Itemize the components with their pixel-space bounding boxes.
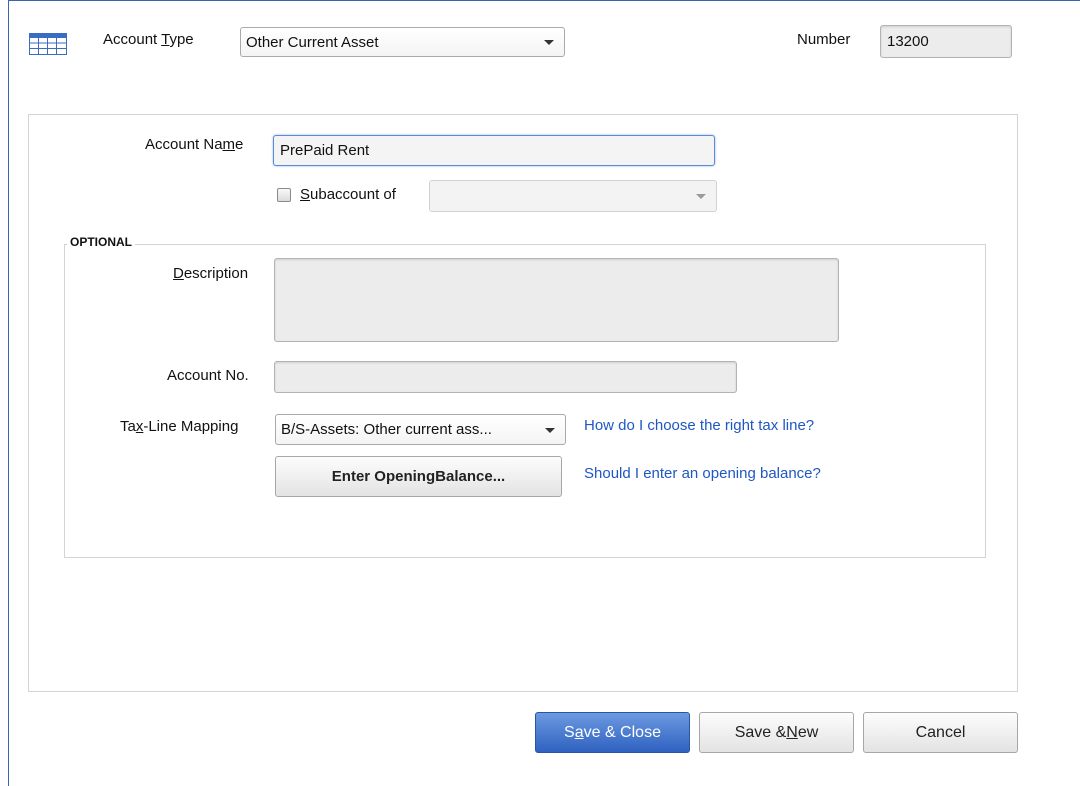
save-and-close-button[interactable]: Sa ve & Close: [535, 712, 690, 753]
account-no-label: Account No.: [167, 367, 249, 384]
account-type-select[interactable]: Other Current Asset: [240, 27, 565, 57]
number-value: 13200: [887, 33, 929, 50]
number-label: Number: [797, 31, 851, 48]
tax-line-label: Tax-Line Mapping: [120, 418, 239, 435]
opening-balance-help-link[interactable]: Should I enter an opening balance?: [584, 465, 821, 482]
window-border-top: [8, 0, 1080, 1]
cancel-button[interactable]: Cancel: [863, 712, 1018, 753]
description-label: Description: [173, 265, 249, 282]
subaccount-checkbox[interactable]: [277, 188, 291, 202]
account-name-value: PrePaid Rent: [280, 142, 370, 159]
save-and-new-button[interactable]: Save & New: [699, 712, 854, 753]
subaccount-label: Subaccount of: [300, 186, 396, 203]
tax-line-value: B/S-Assets: Other current ass...: [281, 421, 492, 438]
account-type-label: Account Type: [103, 31, 194, 48]
account-grid-icon: [28, 32, 68, 56]
enter-opening-balance-button[interactable]: Enter Openin g Balance...: [275, 456, 562, 497]
subaccount-select[interactable]: [429, 180, 717, 212]
chevron-down-icon: [545, 427, 555, 433]
window-border-left: [8, 0, 9, 786]
number-field[interactable]: 13200: [880, 25, 1012, 58]
account-type-value: Other Current Asset: [246, 33, 379, 51]
tax-line-help-link[interactable]: How do I choose the right tax line?: [584, 417, 814, 434]
account-name-input[interactable]: PrePaid Rent: [273, 135, 715, 166]
account-name-label: Account Name: [145, 136, 244, 153]
description-textarea[interactable]: [274, 258, 839, 342]
chevron-down-icon: [696, 194, 706, 199]
chevron-down-icon: [544, 40, 554, 45]
account-no-input[interactable]: [274, 361, 737, 393]
optional-section-title: OPTIONAL: [67, 235, 135, 249]
tax-line-select[interactable]: B/S-Assets: Other current ass...: [275, 414, 566, 445]
